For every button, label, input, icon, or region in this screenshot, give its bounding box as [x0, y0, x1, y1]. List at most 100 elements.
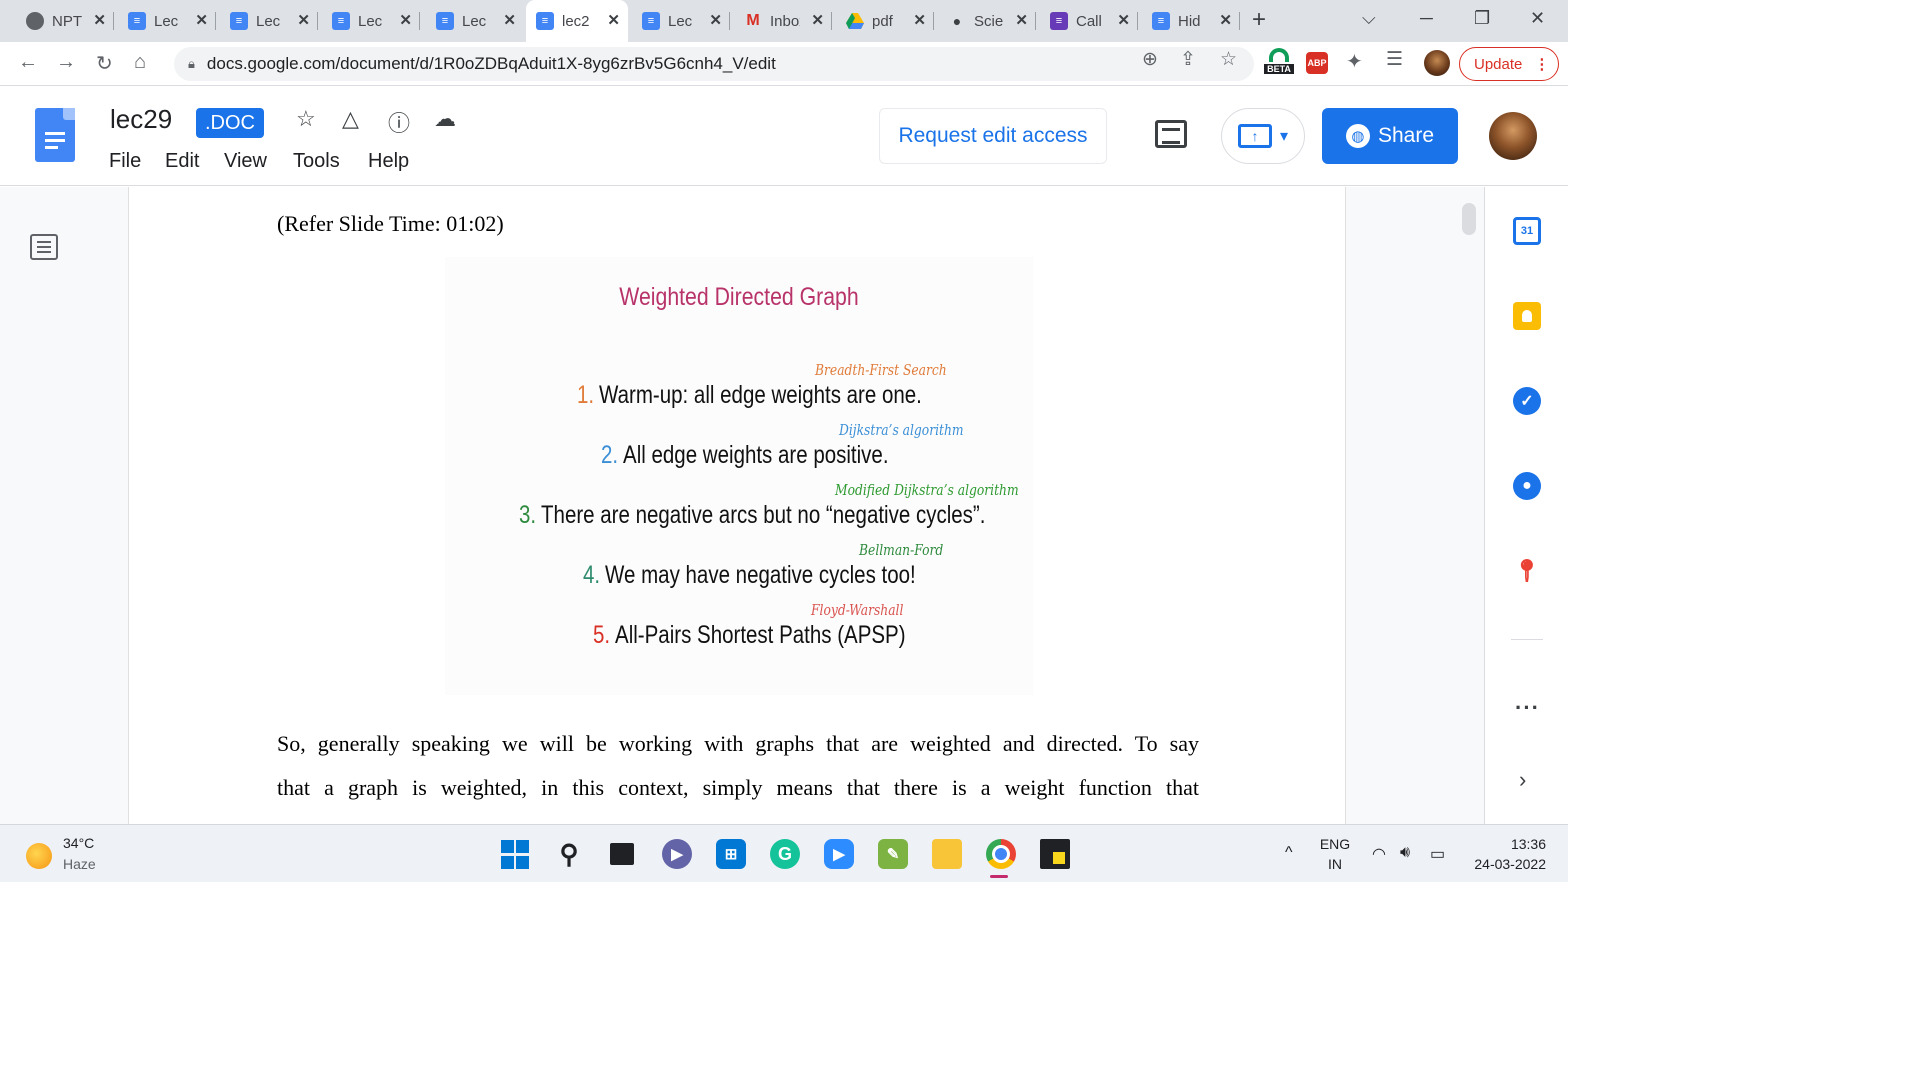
search-icon[interactable]: ⚲ — [554, 839, 584, 869]
profile-avatar[interactable] — [1424, 50, 1450, 76]
address-bar[interactable]: 🔒︎ docs.google.com/document/d/1R0oZDBqAd… — [174, 47, 1254, 81]
task-view-icon[interactable] — [610, 843, 634, 865]
extensions-puzzle-icon[interactable]: ✦ — [1346, 49, 1363, 74]
volume-icon[interactable]: 🔊︎ — [1400, 844, 1410, 862]
tab-lec[interactable]: ≡ Lec ✕ — [220, 0, 318, 42]
close-icon[interactable]: ✕ — [1219, 11, 1232, 29]
tab-lec[interactable]: ≡ Lec ✕ — [118, 0, 216, 42]
close-icon[interactable]: ✕ — [811, 11, 824, 29]
zoom-app-icon[interactable]: ▶ — [824, 839, 854, 869]
vertical-scrollbar[interactable] — [1462, 203, 1476, 235]
maps-icon[interactable]: 📍︎ — [1513, 557, 1541, 585]
refer-slide-time: (Refer Slide Time: 01:02) — [277, 211, 504, 236]
share-button[interactable]: ◍ Share — [1322, 108, 1458, 164]
weather-sun-icon[interactable] — [26, 843, 52, 869]
language-region[interactable]: IN — [1318, 856, 1352, 872]
clock-time[interactable]: 13:36 — [1470, 836, 1546, 852]
slide-list-item: 1. Warm-up: all edge weights are one. — [577, 381, 922, 409]
sticky-notes-icon[interactable] — [1040, 839, 1070, 869]
adblock-extension-icon[interactable]: ABP — [1306, 52, 1328, 74]
tab-lec[interactable]: ≡ Lec ✕ — [322, 0, 420, 42]
tab-lec[interactable]: ≡ Lec ✕ — [632, 0, 730, 42]
info-icon[interactable]: ⓘ — [388, 106, 410, 138]
star-icon[interactable]: ☆ — [296, 106, 316, 132]
menu-view[interactable]: View — [224, 150, 267, 173]
show-hidden-icons-chevron-icon[interactable]: ^ — [1285, 844, 1293, 862]
file-explorer-icon[interactable] — [932, 839, 962, 869]
grammarly-icon[interactable]: G — [770, 839, 800, 869]
home-icon[interactable]: ⌂ — [134, 51, 146, 74]
chrome-icon[interactable] — [986, 839, 1016, 869]
account-avatar[interactable] — [1489, 112, 1537, 160]
green-app-icon[interactable]: ✎ — [878, 839, 908, 869]
wifi-icon[interactable]: ◠ — [1372, 844, 1386, 864]
present-icon: ↑ — [1237, 124, 1272, 148]
close-icon[interactable]: ✕ — [297, 11, 310, 29]
document-outline-icon[interactable] — [30, 234, 58, 260]
menu-help[interactable]: Help — [368, 150, 409, 173]
document-title[interactable]: lec29 — [110, 104, 172, 135]
tab-nptel[interactable]: NPTEL ✕ — [16, 0, 114, 42]
chevron-right-icon[interactable]: › — [1519, 767, 1526, 793]
tab-scie[interactable]: ● Scie ✕ — [938, 0, 1036, 42]
tab-pdf[interactable]: pdf ✕ — [836, 0, 934, 42]
close-icon[interactable]: ✕ — [93, 11, 106, 29]
tab-search-chevron-icon[interactable]: ⌵ — [1362, 8, 1376, 29]
share-page-icon[interactable]: ⇪ — [1180, 48, 1196, 71]
window-close-icon[interactable]: ✕ — [1530, 8, 1545, 29]
forward-arrow-icon[interactable]: → — [56, 51, 76, 74]
clock-date[interactable]: 24-03-2022 — [1460, 856, 1546, 872]
tab-title: Lec — [358, 12, 383, 30]
back-arrow-icon[interactable]: ← — [18, 51, 38, 74]
close-icon[interactable]: ✕ — [1117, 11, 1130, 29]
file-type-badge: .DOC — [196, 108, 264, 138]
microsoft-store-icon[interactable]: ⊞ — [716, 839, 746, 869]
paragraph-line: that a graph is weighted, in this contex… — [277, 775, 1199, 800]
tab-hid[interactable]: ≡ Hid ✕ — [1142, 0, 1240, 42]
more-addons-icon[interactable]: ··· — [1515, 695, 1540, 721]
tab-lec[interactable]: ≡ Lec ✕ — [426, 0, 524, 42]
language-indicator[interactable]: ENG — [1318, 836, 1352, 852]
close-icon[interactable]: ✕ — [607, 11, 620, 29]
tab-title: Lec — [256, 12, 281, 30]
request-edit-access-button[interactable]: Request edit access — [879, 108, 1107, 164]
weather-temperature[interactable]: 34°C — [63, 835, 94, 851]
tab-title: Lec — [154, 12, 179, 30]
close-icon[interactable]: ✕ — [503, 11, 516, 29]
reading-list-icon[interactable]: ☰ — [1386, 48, 1403, 71]
close-icon[interactable]: ✕ — [1015, 11, 1028, 29]
minimize-icon[interactable]: ─ — [1420, 8, 1433, 29]
start-menu-icon[interactable] — [500, 839, 530, 869]
bookmark-star-icon[interactable]: ☆ — [1220, 48, 1237, 71]
present-button[interactable]: ↑ ▾ — [1221, 108, 1305, 164]
close-icon[interactable]: ✕ — [399, 11, 412, 29]
zoom-icon[interactable]: ⊕ — [1142, 48, 1158, 71]
update-button[interactable]: Update ⋮ — [1459, 47, 1559, 81]
cloud-status-icon[interactable]: ☁ — [434, 106, 456, 132]
add-to-drive-icon[interactable]: △ — [342, 106, 359, 132]
tab-inbox[interactable]: M Inbox ✕ — [734, 0, 832, 42]
comment-history-icon[interactable] — [1155, 120, 1187, 148]
beta-extension-icon[interactable]: BETA — [1264, 48, 1294, 80]
close-icon[interactable]: ✕ — [195, 11, 208, 29]
close-icon[interactable]: ✕ — [709, 11, 722, 29]
menu-tools[interactable]: Tools — [293, 150, 340, 173]
reload-icon[interactable]: ↻ — [96, 51, 113, 76]
new-tab-icon[interactable]: + — [1252, 6, 1266, 34]
close-icon[interactable]: ✕ — [913, 11, 926, 29]
menu-edit[interactable]: Edit — [165, 150, 199, 173]
menu-file[interactable]: File — [109, 150, 141, 173]
tasks-icon[interactable]: ✓ — [1513, 387, 1541, 415]
keep-icon[interactable] — [1513, 302, 1541, 330]
tab-call[interactable]: ≡ Call ✕ — [1040, 0, 1138, 42]
restore-icon[interactable]: ❐ — [1474, 8, 1490, 29]
battery-icon[interactable]: ▭ — [1430, 844, 1445, 864]
document-workspace: (Refer Slide Time: 01:02) Weighted Direc… — [0, 187, 1484, 824]
weather-condition[interactable]: Haze — [63, 856, 96, 872]
contacts-icon[interactable]: ● — [1513, 472, 1541, 500]
handwritten-note: Breadth-First Search — [815, 361, 947, 379]
tab-lec29-active[interactable]: ≡ lec2 ✕ — [526, 0, 628, 42]
teams-chat-icon[interactable]: ▶ — [662, 839, 692, 869]
docs-logo-icon[interactable] — [35, 108, 75, 162]
calendar-icon[interactable]: 31 — [1513, 217, 1541, 245]
